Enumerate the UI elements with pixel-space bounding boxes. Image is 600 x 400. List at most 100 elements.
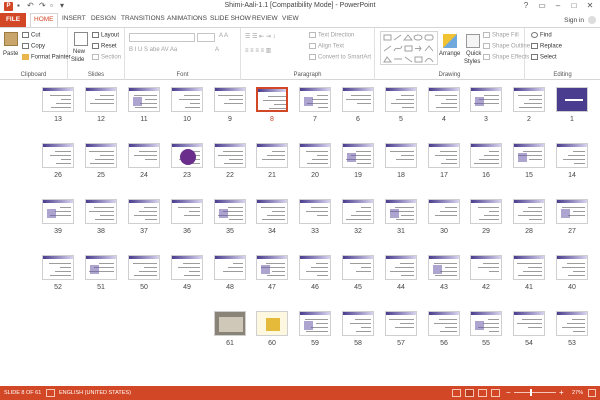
tab-design[interactable]: DESIGN <box>91 15 116 22</box>
paste-button[interactable]: Paste <box>3 51 18 57</box>
slide-thumbnail[interactable] <box>428 87 460 112</box>
quick-styles-icon[interactable] <box>466 34 480 48</box>
slide-thumbnail[interactable] <box>513 87 545 112</box>
zoom-in-button[interactable]: + <box>559 388 564 397</box>
slide-thumbnail[interactable] <box>42 143 74 168</box>
slide-thumbnail[interactable] <box>256 311 288 336</box>
spelling-icon[interactable] <box>46 389 55 397</box>
slide-thumbnail[interactable] <box>214 311 246 336</box>
slide-thumbnail[interactable] <box>342 255 374 280</box>
paste-icon[interactable] <box>4 32 18 46</box>
quick-styles-label[interactable]: Styles <box>464 59 480 65</box>
reading-view-icon[interactable] <box>478 389 487 397</box>
slide-thumbnail[interactable] <box>470 255 502 280</box>
slide-thumbnail[interactable] <box>385 87 417 112</box>
slide-thumbnail[interactable] <box>171 143 203 168</box>
cut-button[interactable]: Cut <box>22 32 40 39</box>
align-buttons[interactable]: ≡ ≡ ≡ ≡ ▥ <box>245 47 271 54</box>
convert-smartart-button[interactable]: Convert to SmartArt <box>309 54 371 61</box>
slide-thumbnail[interactable] <box>256 199 288 224</box>
slide-thumbnail[interactable] <box>128 255 160 280</box>
slide-thumbnail[interactable] <box>342 199 374 224</box>
slide-thumbnail[interactable] <box>299 311 331 336</box>
layout-button[interactable]: Layout <box>92 32 119 39</box>
tab-insert[interactable]: INSERT <box>62 15 86 22</box>
align-text-button[interactable]: Align Text <box>309 43 344 50</box>
font-name-box[interactable] <box>129 33 195 42</box>
list-buttons[interactable]: ☰ ☰ ⇤ ⇥ ↕ <box>245 33 275 40</box>
tab-file[interactable]: FILE <box>0 13 26 27</box>
slide-thumbnail[interactable] <box>428 199 460 224</box>
normal-view-icon[interactable] <box>452 389 461 397</box>
slide-thumbnail[interactable] <box>214 199 246 224</box>
slide-thumbnail[interactable] <box>556 143 588 168</box>
slide-thumbnail[interactable] <box>513 311 545 336</box>
slide-thumbnail[interactable] <box>385 255 417 280</box>
tab-view[interactable]: VIEW <box>282 15 299 22</box>
slide-thumbnail[interactable] <box>470 199 502 224</box>
slide-thumbnail[interactable] <box>128 87 160 112</box>
slide-thumbnail[interactable] <box>299 87 331 112</box>
slide-thumbnail[interactable] <box>556 311 588 336</box>
fit-to-window-icon[interactable] <box>588 389 596 397</box>
slide-thumbnail[interactable] <box>299 199 331 224</box>
shapes-gallery[interactable] <box>380 31 438 65</box>
new-slide-button[interactable]: New <box>73 49 85 55</box>
tab-animations[interactable]: ANIMATIONS <box>167 15 207 22</box>
slide-thumbnail[interactable] <box>470 311 502 336</box>
slide-thumbnail[interactable] <box>556 87 588 112</box>
slide-thumbnail[interactable] <box>470 143 502 168</box>
font-color-icon[interactable]: A <box>215 47 219 53</box>
zoom-out-button[interactable]: − <box>506 388 511 397</box>
copy-button[interactable]: Copy <box>22 43 45 50</box>
sign-in-link[interactable]: Sign in <box>564 17 584 24</box>
zoom-level[interactable]: 27% <box>572 390 583 396</box>
slide-thumbnail[interactable] <box>85 143 117 168</box>
help-button[interactable]: ? <box>518 0 534 12</box>
new-slide-icon[interactable] <box>74 32 88 46</box>
slide-thumbnail[interactable] <box>513 199 545 224</box>
slide-thumbnail[interactable] <box>171 87 203 112</box>
slide-thumbnail[interactable] <box>342 143 374 168</box>
slide-show-view-icon[interactable] <box>491 389 500 397</box>
select-button[interactable]: Select <box>531 54 557 61</box>
slide-thumbnail[interactable] <box>171 199 203 224</box>
slide-thumbnail[interactable] <box>428 143 460 168</box>
slide-thumbnail[interactable] <box>428 255 460 280</box>
slide-thumbnail[interactable] <box>299 143 331 168</box>
language-indicator[interactable]: ENGLISH (UNITED STATES) <box>59 390 131 396</box>
slide-thumbnail[interactable] <box>556 255 588 280</box>
quick-styles-button[interactable]: Quick <box>466 51 481 57</box>
section-button[interactable]: Section <box>92 54 121 61</box>
slide-thumbnail[interactable] <box>214 143 246 168</box>
slide-thumbnail[interactable] <box>256 87 288 112</box>
zoom-slider-thumb[interactable] <box>530 389 532 396</box>
slide-thumbnail[interactable] <box>42 255 74 280</box>
feedback-icon[interactable] <box>588 16 596 24</box>
slide-thumbnail[interactable] <box>42 199 74 224</box>
slide-thumbnail[interactable] <box>85 199 117 224</box>
slide-thumbnail[interactable] <box>128 143 160 168</box>
slide-thumbnail[interactable] <box>85 255 117 280</box>
slide-sorter-view-icon[interactable] <box>465 389 474 397</box>
slide-thumbnail[interactable] <box>85 87 117 112</box>
text-direction-button[interactable]: Text Direction <box>309 32 354 39</box>
slide-thumbnail[interactable] <box>342 87 374 112</box>
shape-effects-button[interactable]: Shape Effects <box>483 54 529 61</box>
slide-thumbnail[interactable] <box>214 255 246 280</box>
tab-home[interactable]: HOME <box>30 13 58 28</box>
find-button[interactable]: Find <box>531 32 552 39</box>
close-button[interactable]: ✕ <box>582 0 598 12</box>
new-slide-label[interactable]: Slide <box>71 57 84 63</box>
tab-review[interactable]: REVIEW <box>252 15 278 22</box>
zoom-slider[interactable] <box>514 392 556 393</box>
slide-thumbnail[interactable] <box>171 255 203 280</box>
slide-thumbnail[interactable] <box>556 199 588 224</box>
shape-outline-button[interactable]: Shape Outline <box>483 43 530 50</box>
slide-thumbnail[interactable] <box>256 143 288 168</box>
ribbon-display-button[interactable]: ▭ <box>534 0 550 12</box>
slide-thumbnail[interactable] <box>428 311 460 336</box>
maximize-button[interactable]: □ <box>566 0 582 12</box>
slide-thumbnail[interactable] <box>299 255 331 280</box>
arrange-icon[interactable] <box>443 34 457 48</box>
